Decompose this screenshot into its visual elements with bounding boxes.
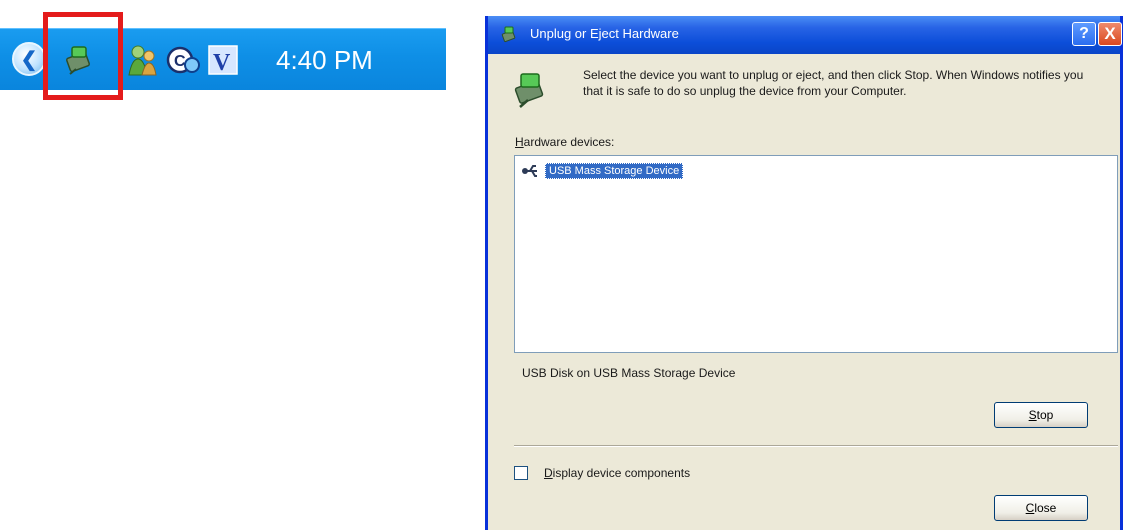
highlight-box [43,12,123,100]
hardware-devices-label: Hardware devices: [515,135,615,149]
display-components-label[interactable]: Display device components [544,466,690,480]
safely-remove-hardware-icon [514,73,544,108]
taskbar-clock[interactable]: 4:40 PM [276,45,373,76]
device-description: USB Disk on USB Mass Storage Device [522,366,736,380]
help-button[interactable]: ? [1072,22,1096,46]
safely-remove-hardware-icon [501,26,516,43]
instruction-text: Select the device you want to unplug or … [583,68,1084,98]
dialog-title: Unplug or Eject Hardware [530,26,679,41]
hardware-devices-list[interactable]: USB Mass Storage Device [514,155,1118,353]
device-label: USB Mass Storage Device [545,163,684,179]
close-window-button[interactable]: X [1098,22,1122,46]
back-arrow-icon[interactable]: ❮ [12,42,46,76]
messenger-icon[interactable] [126,43,160,77]
usb-icon [522,165,537,177]
display-components-checkbox[interactable] [514,466,528,480]
list-item[interactable]: USB Mass Storage Device [521,162,684,180]
divider [514,445,1118,447]
v-app-icon[interactable]: V [206,43,240,77]
stop-button[interactable]: Stop [994,402,1088,428]
unplug-eject-dialog: Unplug or Eject Hardware ? X Select the … [485,16,1123,530]
network-icon[interactable]: C [166,43,200,77]
dialog-titlebar[interactable]: Unplug or Eject Hardware ? X [488,16,1122,54]
svg-text:C: C [174,53,186,70]
close-button[interactable]: Close [994,495,1088,521]
svg-text:V: V [213,50,231,76]
